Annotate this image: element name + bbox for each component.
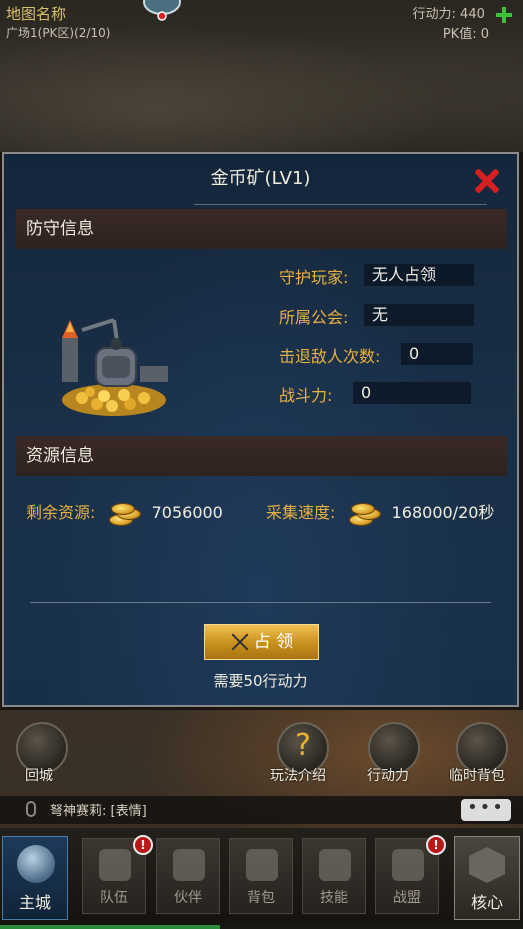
remaining-label: 剩余资源: [26, 503, 96, 522]
player-stats: 行动力: 440 PK值: 0 [413, 5, 513, 45]
partner-icon [173, 849, 205, 881]
globe-icon [17, 845, 55, 883]
map-name: 地图名称 [6, 5, 67, 23]
core-icon [469, 847, 505, 883]
chat-message: 弩神赛莉: [表情] [50, 804, 147, 819]
tab-team-label: 队伍 [100, 890, 128, 906]
tab-skill-label: 技能 [320, 890, 348, 906]
defense-section-header: 防守信息 [16, 209, 507, 249]
map-marker-icon[interactable] [142, 0, 182, 24]
coin-icon [107, 500, 141, 528]
pk-value-text: PK值: 0 [442, 27, 489, 42]
gameplay-intro-label: 玩法介绍 [270, 768, 326, 784]
temp-bag-label: 临时背包 [449, 768, 505, 784]
plus-icon[interactable] [495, 6, 513, 24]
map-area: 广场1(PK区)(2/10) [6, 26, 111, 40]
coin-icon [347, 500, 381, 528]
collect-speed-row: 采集速度: 168000/20秒 [266, 498, 494, 528]
alert-badge-icon: ! [133, 835, 153, 855]
backpack-icon [246, 849, 278, 881]
guardian-row: 守护玩家: 无人占领 [279, 264, 474, 287]
gun-icon [319, 849, 351, 881]
tab-team[interactable]: 队伍 ! [82, 835, 153, 914]
handshake-icon [392, 849, 424, 881]
title-divider [194, 204, 487, 205]
power-row: 战斗力: 0 [279, 382, 471, 405]
return-city-label: 回城 [25, 768, 53, 784]
tab-main-city[interactable]: 主城 [2, 836, 68, 920]
remaining-value: 7056000 [151, 503, 223, 522]
resource-section-header: 资源信息 [16, 436, 507, 476]
crossed-swords-icon [230, 632, 250, 652]
dialog-divider [30, 602, 491, 603]
gold-mine-dialog: 金币矿(LV1) 防守信息 守护玩家: 无人占领 所属公会: 无 击退敌人次数:… [2, 152, 519, 707]
map-info: 地图名称 广场1(PK区)(2/10) [6, 4, 110, 42]
dialog-title: 金币矿(LV1) [210, 168, 311, 189]
guardian-label: 守护玩家: [279, 268, 349, 287]
alert-badge-icon: ! [426, 835, 446, 855]
tab-bag-label: 背包 [247, 890, 275, 906]
power-value: 0 [353, 382, 471, 404]
question-icon: ? [295, 728, 311, 763]
guild-label: 所属公会: [279, 308, 349, 327]
action-power-label: 行动力 [367, 768, 409, 784]
tab-main-city-label: 主城 [18, 893, 51, 912]
tab-skill[interactable]: 技能 [302, 838, 366, 914]
repel-label: 击退敌人次数: [279, 347, 381, 366]
tab-core[interactable]: 核心 [454, 836, 520, 920]
repel-row: 击退敌人次数: 0 [279, 343, 473, 366]
gold-mine-icon [62, 318, 168, 416]
occupy-button[interactable]: 占 领 [204, 624, 319, 660]
crossed-swords-icon [99, 849, 131, 881]
guild-value: 无 [364, 304, 474, 326]
chat-more-button[interactable]: ••• [461, 799, 511, 821]
tab-partner-label: 伙伴 [174, 890, 202, 906]
microphone-icon[interactable] [26, 801, 36, 817]
repel-value: 0 [401, 343, 473, 365]
action-power-text: 行动力: 440 [412, 7, 485, 22]
chat-bar[interactable]: 弩神赛莉: [表情] ••• [0, 796, 523, 824]
occupy-button-label: 占 领 [253, 632, 294, 652]
tab-alliance[interactable]: 战盟 ! [375, 835, 446, 914]
action-cost-text: 需要50行动力 [213, 672, 308, 690]
experience-bar-fill [0, 925, 220, 929]
remaining-resource-row: 剩余资源: 7056000 [26, 498, 223, 528]
tab-core-label: 核心 [470, 893, 503, 912]
guardian-value: 无人占领 [364, 264, 474, 286]
bottom-tab-bar: 主城 队伍 ! 伙伴 背包 技能 战盟 ! 核心 [0, 828, 523, 929]
tab-alliance-label: 战盟 [393, 890, 421, 906]
speed-value: 168000/20秒 [391, 503, 495, 522]
experience-bar [0, 925, 523, 929]
tab-bag[interactable]: 背包 [229, 838, 293, 914]
speed-label: 采集速度: [266, 503, 336, 522]
tab-partner[interactable]: 伙伴 [156, 838, 220, 914]
guild-row: 所属公会: 无 [279, 304, 474, 327]
close-icon[interactable] [473, 168, 499, 194]
power-label: 战斗力: [279, 386, 333, 405]
